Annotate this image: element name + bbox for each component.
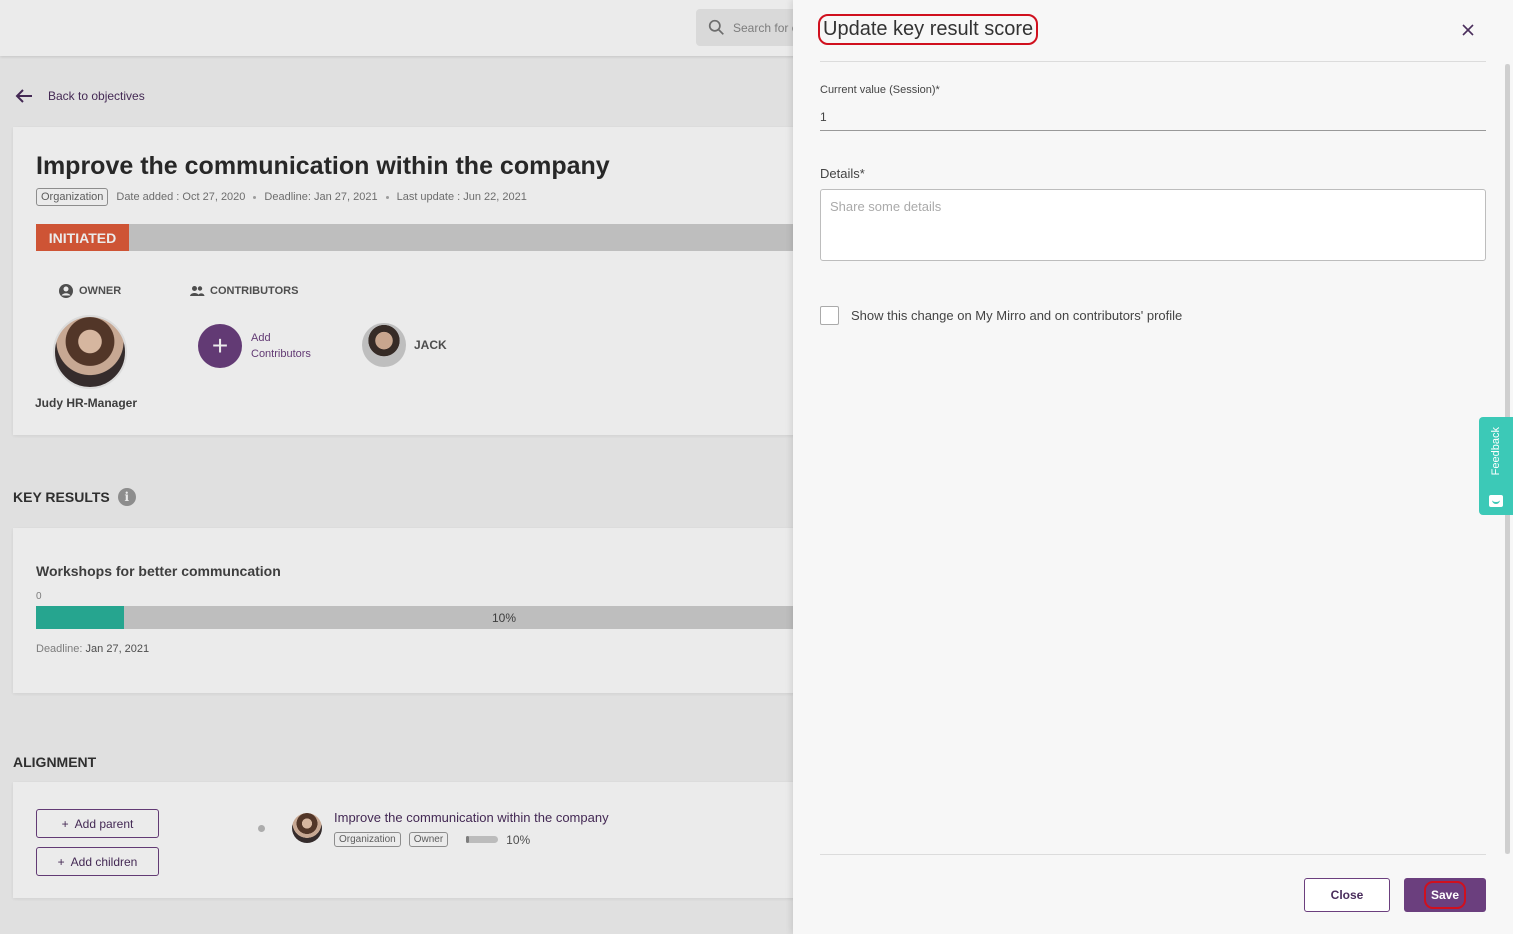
close-icon[interactable]	[1457, 19, 1479, 41]
details-label: Details*	[820, 166, 865, 181]
save-button-label: Save	[1423, 881, 1467, 909]
x-icon	[1462, 24, 1474, 36]
current-value-input[interactable]	[820, 104, 1486, 131]
show-change-checkbox[interactable]	[820, 306, 839, 325]
drawer-title: Update key result score	[818, 14, 1039, 45]
save-button[interactable]: Save	[1404, 878, 1486, 912]
show-change-checkbox-row[interactable]: Show this change on My Mirro and on cont…	[820, 306, 1182, 325]
footer-divider	[820, 854, 1486, 855]
close-button[interactable]: Close	[1304, 878, 1390, 912]
show-change-label: Show this change on My Mirro and on cont…	[851, 308, 1183, 323]
details-textarea[interactable]	[820, 189, 1486, 261]
update-score-drawer: Update key result score Current value (S…	[793, 0, 1513, 934]
feedback-label: Feedback	[1490, 427, 1502, 476]
current-value-label: Current value (Session)*	[820, 84, 940, 96]
header-divider	[820, 61, 1486, 62]
feedback-tab[interactable]: Feedback	[1479, 417, 1513, 515]
smiley-chat-icon	[1489, 495, 1503, 507]
